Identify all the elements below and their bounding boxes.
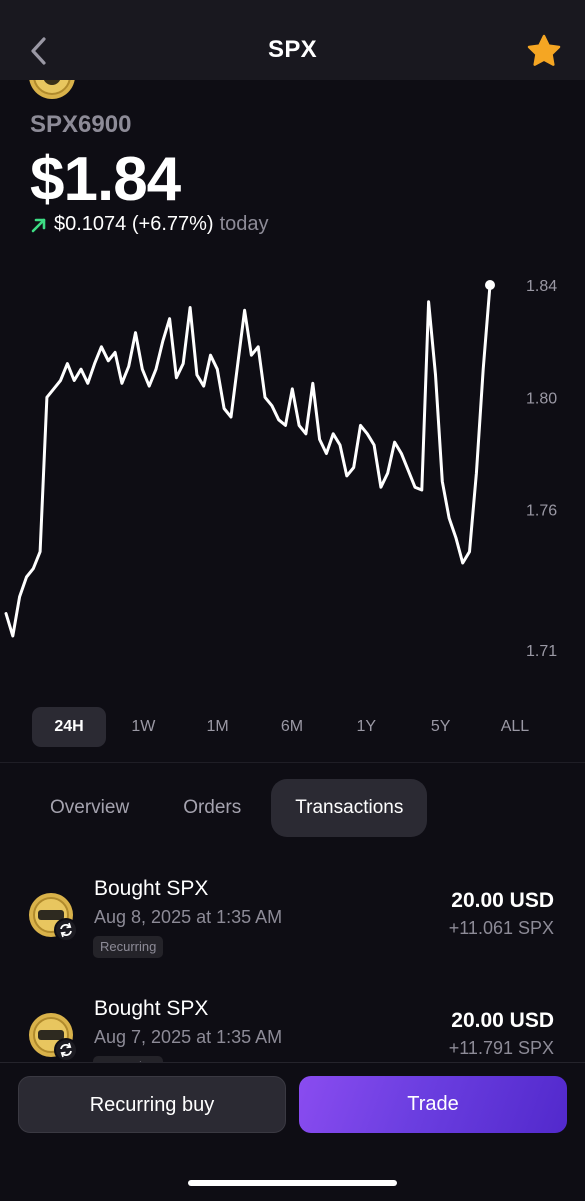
range-1y[interactable]: 1Y — [329, 707, 403, 747]
tab-transactions[interactable]: Transactions — [271, 779, 428, 837]
page-title: SPX — [268, 36, 317, 63]
top-bar: SPX — [0, 0, 585, 80]
range-1m[interactable]: 1M — [181, 707, 255, 747]
recurring-badge: Recurring — [93, 936, 164, 958]
y-tick-label: 1.84 — [526, 278, 557, 295]
range-24h[interactable]: 24H — [32, 707, 106, 747]
favorite-button[interactable] — [526, 33, 562, 69]
transaction-title: Bought SPX — [94, 877, 209, 900]
asset-price: $1.84 — [30, 145, 181, 214]
price-line — [4, 283, 492, 638]
y-tick-label: 1.71 — [526, 643, 557, 660]
coin-icon — [28, 1012, 78, 1062]
transaction-amount: 20.00 USD — [451, 889, 554, 912]
transaction-quantity: +11.791 SPX — [448, 1038, 554, 1058]
transaction-date: Aug 7, 2025 at 1:35 AM — [94, 1027, 283, 1047]
current-price-marker — [485, 280, 495, 290]
asset-name: SPX6900 — [30, 111, 132, 138]
transaction-title: Bought SPX — [94, 997, 209, 1020]
tab-overview[interactable]: Overview — [26, 779, 153, 837]
star-icon — [527, 34, 561, 66]
arrow-up-right-icon — [31, 218, 46, 232]
time-range-selector: 24H 1W 1M 6M 1Y 5Y ALL — [32, 707, 552, 747]
recurring-buy-button[interactable]: Recurring buy — [18, 1076, 286, 1133]
bottom-action-bar: Recurring buy Trade — [0, 1062, 585, 1201]
tab-orders[interactable]: Orders — [159, 779, 265, 837]
section-divider — [0, 762, 585, 763]
y-tick-label: 1.80 — [526, 390, 557, 407]
coin-icon — [28, 892, 78, 942]
home-indicator — [188, 1180, 397, 1186]
range-6m[interactable]: 6M — [255, 707, 329, 747]
transaction-quantity: +11.061 SPX — [448, 918, 554, 938]
transaction-amount: 20.00 USD — [451, 1009, 554, 1032]
range-5y[interactable]: 5Y — [404, 707, 478, 747]
y-tick-label: 1.76 — [526, 503, 557, 520]
transaction-date: Aug 8, 2025 at 1:35 AM — [94, 907, 283, 927]
detail-tabs: Overview Orders Transactions — [26, 779, 433, 837]
range-1w[interactable]: 1W — [106, 707, 180, 747]
price-chart[interactable]: 1.84 1.80 1.76 1.71 — [0, 265, 585, 675]
transaction-row[interactable]: Bought SPX Aug 8, 2025 at 1:35 AM Recurrin… — [0, 877, 585, 980]
change-period: today — [219, 213, 269, 235]
trade-button[interactable]: Trade — [299, 1076, 567, 1133]
range-all[interactable]: ALL — [478, 707, 552, 747]
price-change: $0.1074 (+6.77%) today — [30, 213, 269, 236]
change-value: $0.1074 (+6.77%) — [54, 213, 214, 235]
